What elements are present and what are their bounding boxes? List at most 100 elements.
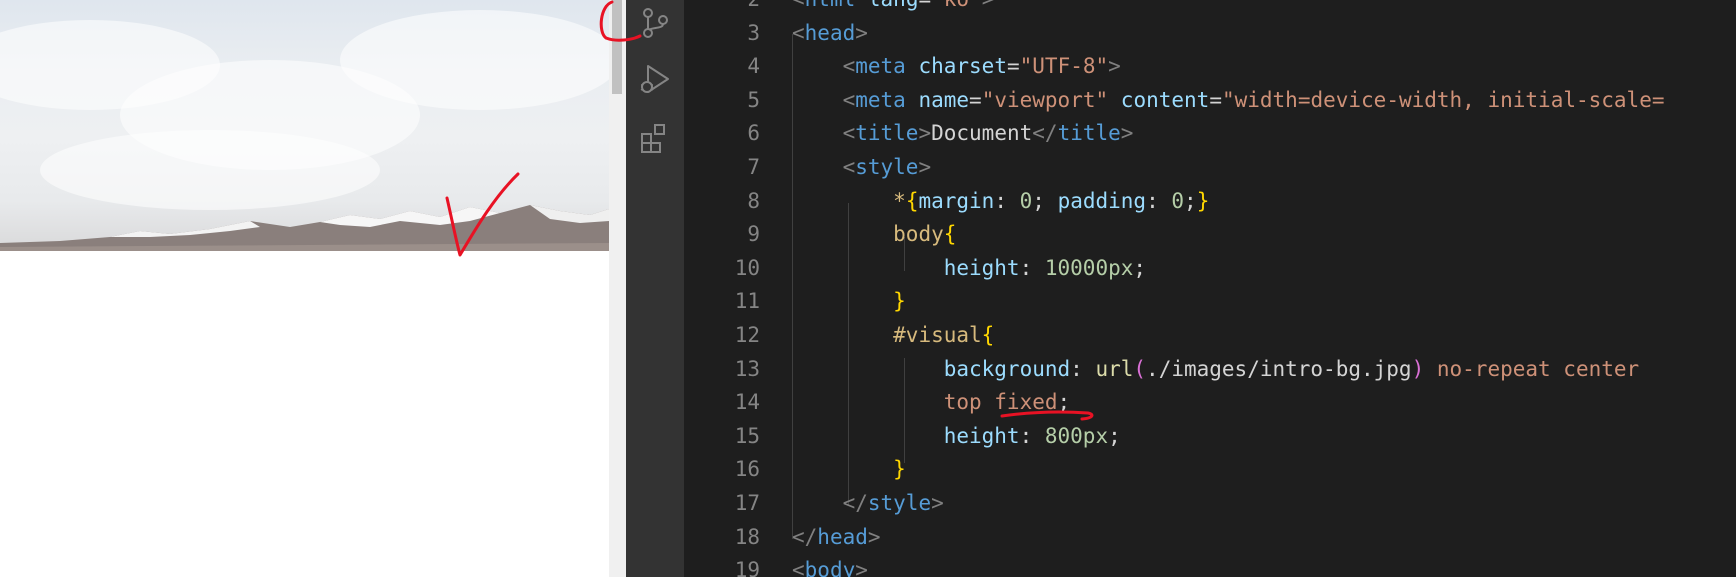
line-number: 11 (734, 289, 760, 314)
code-line[interactable]: 3 <head> (684, 16, 1736, 50)
line-code: background: url(./images/intro-bg.jpg) n… (792, 352, 1639, 386)
line-code: <style> (792, 150, 932, 184)
code-token: Document (931, 121, 1033, 146)
code-line[interactable]: 10 height: 10000px; (684, 251, 1736, 285)
extensions-icon[interactable] (638, 122, 672, 156)
code-token: { (981, 323, 995, 347)
line-code: #visual{ (792, 318, 994, 352)
code-token: { (905, 188, 919, 213)
line-code: </head> (792, 520, 881, 554)
code-line[interactable]: 4 <meta charset="UTF-8"> (684, 49, 1736, 83)
code-token: 800px (1044, 423, 1109, 448)
code-token: </ (842, 491, 868, 515)
code-line[interactable]: 19 <body> (684, 553, 1736, 577)
intro-background-image (0, 0, 609, 251)
source-control-icon[interactable] (638, 6, 672, 40)
code-token: "width=device-width, initial-scale= (1221, 87, 1665, 112)
code-token: } (893, 289, 906, 314)
code-line[interactable]: 17 </style> (684, 486, 1736, 520)
code-line[interactable]: 18 </head> (684, 520, 1736, 554)
line-code: height: 800px; (792, 419, 1121, 453)
browser-scrollbar[interactable] (609, 0, 626, 577)
code-token: > (918, 155, 932, 179)
code-token: < (792, 0, 805, 11)
code-token: ) (1411, 356, 1425, 381)
code-token: margin (918, 188, 995, 213)
code-token: body (893, 222, 944, 247)
code-token: = (1209, 87, 1222, 112)
code-token: style (867, 491, 932, 515)
line-code: <body> (792, 553, 868, 577)
line-number: 8 (747, 188, 760, 213)
code-editor[interactable]: 2<html lang="ko">3<head>4 <meta charset=… (684, 0, 1736, 577)
code-token: > (1108, 54, 1121, 79)
run-debug-icon[interactable] (638, 62, 672, 96)
code-token: url (1095, 356, 1134, 381)
code-line[interactable]: 11 } (684, 284, 1736, 318)
code-token: ; (1108, 423, 1121, 448)
code-token: background (943, 356, 1071, 381)
code-token: : (1146, 188, 1172, 213)
browser-preview (0, 0, 609, 577)
code-token: 10000px (1044, 255, 1134, 280)
code-line[interactable]: 8 *{margin: 0; padding: 0;} (684, 184, 1736, 218)
line-code: } (792, 284, 906, 318)
code-token: #visual (893, 323, 982, 347)
code-token: </ (792, 524, 818, 549)
code-token: meta (855, 54, 906, 79)
line-code: body{ (792, 217, 956, 251)
code-token: ./images/intro-bg.jpg (1146, 356, 1412, 381)
line-number: 7 (747, 155, 760, 179)
code-token: < (842, 155, 856, 179)
code-token: body (804, 558, 856, 577)
code-token: = (918, 0, 931, 11)
line-code: <html lang="ko"> (792, 0, 994, 16)
activity-bar (626, 0, 684, 577)
line-number: 2 (684, 0, 760, 16)
code-token: { (943, 222, 957, 247)
code-token: 0 (1171, 188, 1185, 213)
browser-scroll-thumb[interactable] (612, 0, 622, 94)
code-line[interactable]: 13 background: url(./images/intro-bg.jpg… (684, 352, 1736, 386)
code-token: ( (1133, 356, 1147, 381)
code-token: charset (918, 54, 1007, 79)
code-line[interactable]: 2 <html lang="ko"> (684, 0, 1736, 16)
code-token: > (918, 121, 932, 146)
code-token: } (893, 457, 906, 482)
code-line[interactable]: 14 top fixed; (684, 385, 1736, 419)
code-token: ; (1032, 188, 1058, 213)
line-number: 6 (747, 121, 760, 146)
code-line[interactable]: 5 <meta name="viewport" content="width=d… (684, 83, 1736, 117)
code-line[interactable]: 7 <style> (684, 150, 1736, 184)
code-line[interactable]: 6 <title>Document</title> (684, 116, 1736, 150)
code-line[interactable]: 12 #visual{ (684, 318, 1736, 352)
code-token: > (867, 524, 881, 549)
line-number: 9 (747, 222, 760, 247)
code-token: height (943, 423, 1020, 448)
code-token: padding (1057, 188, 1147, 213)
code-token: </ (1032, 121, 1058, 146)
line-number: 4 (747, 54, 760, 79)
code-token: > (855, 20, 868, 45)
code-token: "viewport" (981, 87, 1109, 112)
code-token: < (792, 558, 805, 577)
code-line[interactable]: 9 body{ (684, 217, 1736, 251)
line-code: <title>Document</title> (792, 116, 1134, 150)
code-token: title (855, 121, 919, 146)
code-token: ; (1133, 255, 1147, 280)
code-line[interactable]: 16 } (684, 452, 1736, 486)
code-token: : (1019, 255, 1045, 280)
code-line[interactable]: 15 height: 800px; (684, 419, 1736, 453)
line-code: *{margin: 0; padding: 0;} (792, 184, 1209, 218)
line-code: height: 10000px; (792, 251, 1146, 285)
line-number: 18 (734, 524, 760, 549)
